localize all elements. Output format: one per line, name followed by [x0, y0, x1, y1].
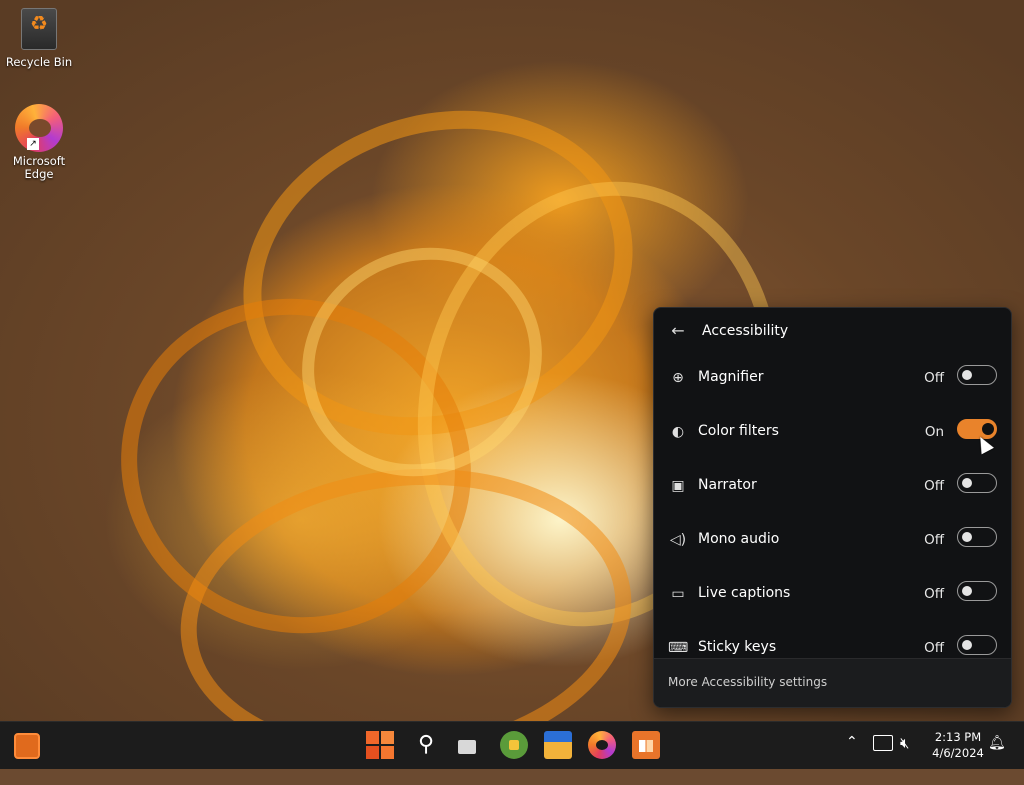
- color-filters-icon: ◐: [671, 424, 685, 440]
- desktop-icon-recycle-bin[interactable]: Recycle Bin: [3, 8, 75, 69]
- flyout-footer: More Accessibility settings: [654, 658, 1011, 707]
- toggle-knob: [962, 370, 972, 380]
- taskbar: ⚲ ⌃ 🔇︎ 2:13 PM 4/6/2024 🔔︎: [0, 721, 1024, 769]
- file-explorer-icon[interactable]: [544, 731, 572, 759]
- row-label: Magnifier: [698, 369, 764, 385]
- toggle-knob: [962, 640, 972, 650]
- row-narrator: ▣ Narrator Off: [654, 459, 1011, 513]
- desktop-icon-microsoft-edge[interactable]: ↗ Microsoft Edge: [3, 104, 75, 181]
- row-magnifier: ⊕ Magnifier Off: [654, 351, 1011, 405]
- narrator-icon: ▣: [671, 478, 685, 494]
- toggle-knob: [962, 478, 972, 488]
- recycle-bin-icon: [21, 8, 57, 50]
- start-icon[interactable]: [366, 731, 394, 759]
- row-state: Off: [924, 532, 944, 548]
- chat-icon[interactable]: [500, 731, 528, 759]
- toggle-knob: [962, 532, 972, 542]
- live-captions-toggle[interactable]: [957, 581, 997, 601]
- row-state: On: [924, 424, 944, 440]
- row-live-captions: ▭ Live captions Off: [654, 567, 1011, 621]
- row-state: Off: [924, 370, 944, 386]
- row-color-filters: ◐ Color filters On: [654, 405, 1011, 459]
- magnifier-toggle[interactable]: [957, 365, 997, 385]
- desktop-icon-label: Recycle Bin: [5, 55, 73, 69]
- row-label: Mono audio: [698, 531, 780, 547]
- flyout-header: ← Accessibility: [654, 308, 1011, 356]
- back-arrow-icon[interactable]: ←: [668, 320, 688, 342]
- search-icon[interactable]: ⚲: [412, 731, 440, 759]
- row-label: Live captions: [698, 585, 791, 601]
- desktop-icon-label: Microsoft Edge: [12, 154, 66, 181]
- row-state: Off: [924, 478, 944, 494]
- edge-icon[interactable]: [588, 731, 616, 759]
- clock-time: 2:13 PM: [934, 730, 982, 744]
- narrator-toggle[interactable]: [957, 473, 997, 493]
- sticky-keys-icon: ⌨: [668, 640, 689, 656]
- volume-muted-icon[interactable]: 🔇︎: [900, 734, 909, 752]
- more-accessibility-settings-link[interactable]: More Accessibility settings: [668, 675, 827, 689]
- store-icon[interactable]: [632, 731, 660, 759]
- notifications-icon[interactable]: 🔔︎: [988, 735, 1006, 751]
- accessibility-flyout: ← Accessibility ⊕ Magnifier Off ◐ Color …: [653, 307, 1012, 708]
- row-label: Sticky keys: [698, 639, 777, 655]
- show-hidden-icons-chevron-icon[interactable]: ⌃: [846, 734, 858, 750]
- mono-audio-icon: ◁): [669, 532, 687, 548]
- toggle-knob: [962, 586, 972, 596]
- task-view-icon[interactable]: [456, 731, 484, 759]
- row-label: Color filters: [698, 423, 779, 439]
- row-label: Narrator: [698, 477, 757, 493]
- toggle-knob: [982, 423, 994, 435]
- color-filters-toggle[interactable]: [957, 419, 997, 439]
- edge-icon: ↗: [15, 104, 63, 152]
- sticky-keys-toggle[interactable]: [957, 635, 997, 655]
- mono-audio-toggle[interactable]: [957, 527, 997, 547]
- row-mono-audio: ◁) Mono audio Off: [654, 513, 1011, 567]
- flyout-title: Accessibility: [702, 323, 789, 339]
- magnifier-icon: ⊕: [672, 370, 684, 386]
- live-captions-icon: ▭: [671, 586, 685, 602]
- clock-date: 4/6/2024: [932, 746, 984, 760]
- clock[interactable]: 2:13 PM 4/6/2024: [928, 729, 988, 761]
- network-icon[interactable]: [873, 735, 893, 751]
- row-state: Off: [924, 586, 944, 602]
- row-state: Off: [924, 640, 944, 656]
- shortcut-arrow-icon: ↗: [27, 138, 39, 150]
- widgets-icon[interactable]: [14, 733, 40, 759]
